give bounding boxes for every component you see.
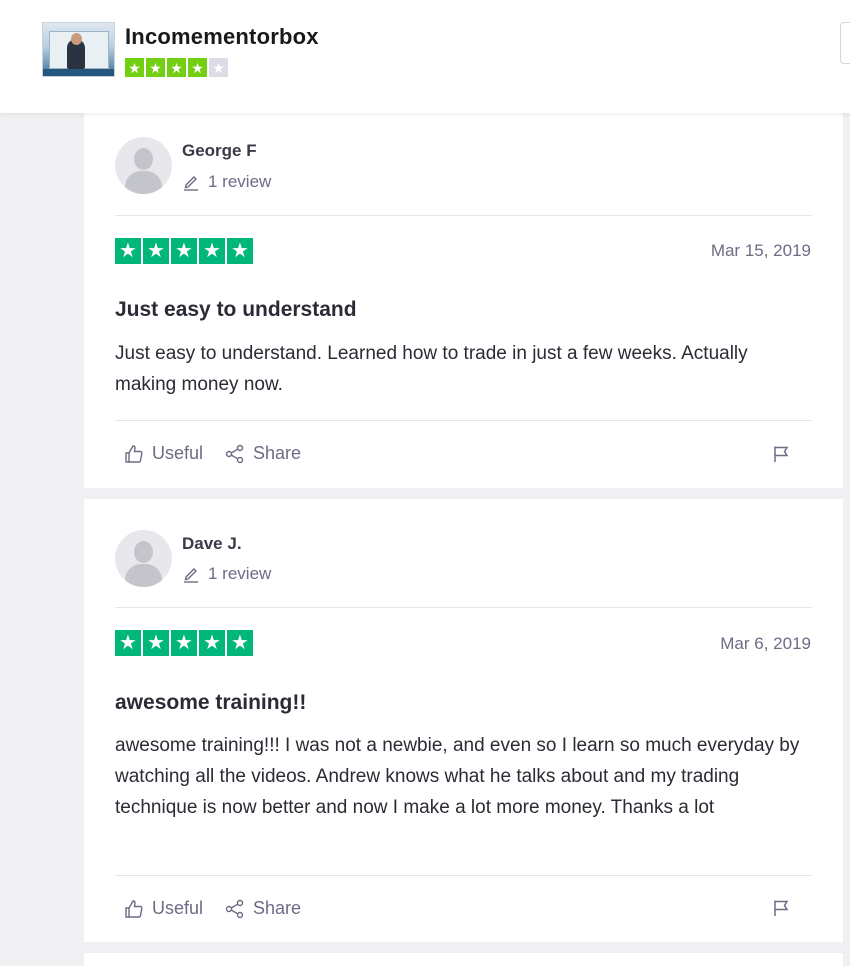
company-logo[interactable] [42,22,115,77]
review-date: Mar 6, 2019 [720,634,811,653]
company-rating-stars: ★ ★ ★ ★ ★ [125,58,228,77]
logo-bar [43,69,114,76]
logo-head [71,33,82,45]
divider [115,875,812,876]
star-empty-icon: ★ [209,58,228,77]
star-icon: ★ [146,58,165,77]
share-button[interactable]: Share [225,898,301,919]
thumbs-up-icon [125,444,143,463]
thumbs-up-icon [125,899,143,918]
share-button[interactable]: Share [225,443,301,464]
star-icon: ★ [115,630,141,656]
company-name[interactable]: Incomementorbox [125,24,319,50]
avatar-body [125,171,162,194]
star-icon: ★ [199,630,225,656]
star-icon: ★ [227,238,253,264]
share-label: Share [253,443,302,463]
review-rating-stars: ★ ★ ★ ★ ★ [115,238,253,264]
avatar-head [134,541,153,563]
share-icon [225,899,244,918]
header-side-button[interactable] [840,22,850,64]
review-actions: Useful Share [124,443,301,464]
company-header: Incomementorbox ★ ★ ★ ★ ★ [0,0,850,113]
review-card [84,953,843,966]
pencil-icon [184,176,198,191]
star-icon: ★ [143,630,169,656]
review-card: Dave J. 1 review ★ ★ ★ ★ ★ Mar 6, 2019 a… [84,499,843,942]
reviewer-name[interactable]: Dave J. [182,534,242,554]
star-icon: ★ [115,238,141,264]
review-title[interactable]: awesome training!! [115,691,306,715]
avatar-body [125,564,162,587]
review-actions: Useful Share [124,898,301,919]
review-title[interactable]: Just easy to understand [115,298,357,322]
avatar-head [134,148,153,170]
review-count-label: 1 review [208,172,272,191]
star-icon: ★ [227,630,253,656]
useful-button[interactable]: Useful [124,898,203,919]
share-icon [225,444,244,463]
flag-icon[interactable] [772,445,790,463]
review-count-label: 1 review [208,564,272,583]
review-card: George F 1 review ★ ★ ★ ★ ★ Mar 15, 2019… [84,113,843,488]
review-date: Mar 15, 2019 [710,241,811,260]
useful-button[interactable]: Useful [124,443,203,464]
star-icon: ★ [167,58,186,77]
divider [115,607,812,608]
useful-label: Useful [152,443,204,463]
star-icon: ★ [125,58,144,77]
divider [115,215,812,216]
divider [115,420,812,421]
avatar[interactable] [115,137,172,194]
reviewer-review-count[interactable]: 1 review [182,172,271,192]
star-icon: ★ [199,238,225,264]
review-body: awesome training!!! I was not a newbie, … [115,735,800,818]
star-icon: ★ [171,238,197,264]
pencil-icon [184,568,198,583]
star-icon: ★ [143,238,169,264]
reviewer-review-count[interactable]: 1 review [182,564,271,584]
reviewer-name[interactable]: George F [182,141,257,161]
review-rating-stars: ★ ★ ★ ★ ★ [115,630,253,656]
useful-label: Useful [152,898,204,918]
share-label: Share [253,898,302,918]
review-body: Just easy to understand. Learned how to … [115,343,748,395]
star-icon: ★ [171,630,197,656]
flag-icon[interactable] [772,899,790,917]
avatar[interactable] [115,530,172,587]
star-icon: ★ [188,58,207,77]
